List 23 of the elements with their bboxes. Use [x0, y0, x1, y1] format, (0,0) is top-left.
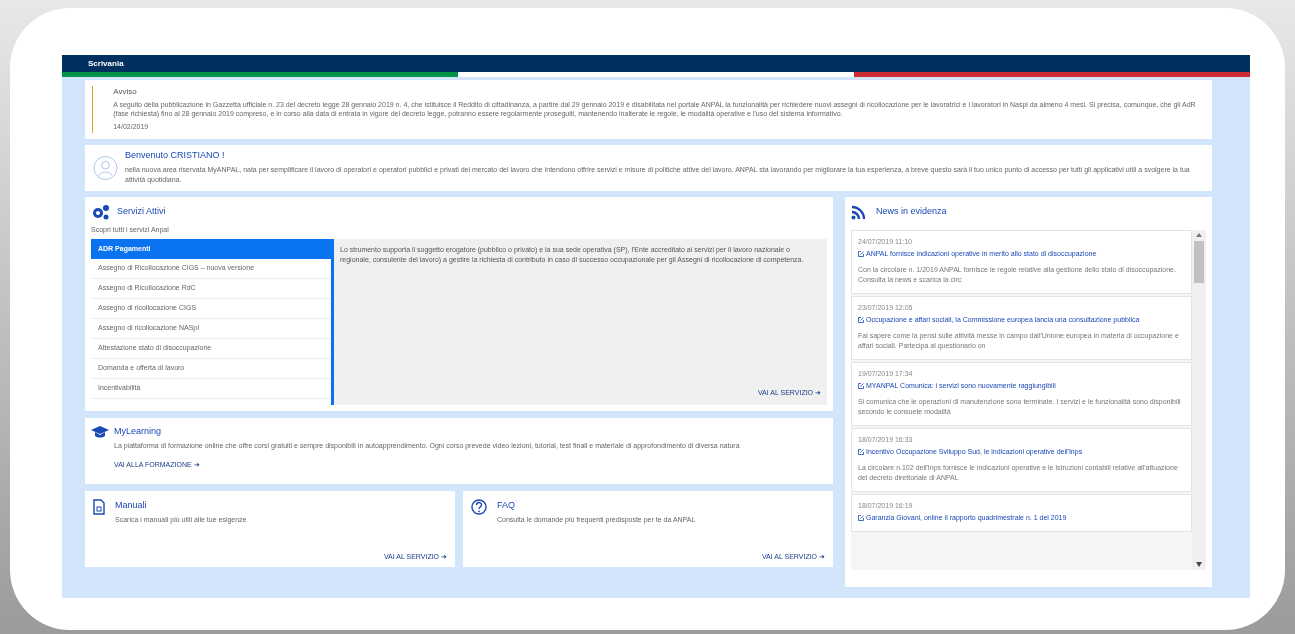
scroll-up-icon[interactable]	[1196, 232, 1202, 237]
external-link-icon	[858, 383, 864, 390]
rss-icon	[851, 204, 866, 220]
notice-title: Avviso	[113, 86, 138, 98]
scrollbar-thumb[interactable]	[1194, 240, 1204, 283]
external-link-icon	[858, 317, 864, 324]
graduation-cap-icon	[91, 424, 109, 439]
services-title: Servizi Attivi	[117, 205, 166, 219]
card-title: FAQ	[497, 498, 516, 512]
notice-accent-bar	[92, 86, 94, 133]
user-avatar-icon	[93, 154, 118, 181]
external-link-icon	[858, 251, 864, 258]
mylearning-title: MyLearning	[114, 424, 163, 438]
header-title: Scrivania	[88, 57, 124, 70]
scrollbar[interactable]	[1192, 229, 1206, 570]
question-circle-icon	[471, 498, 487, 515]
document-icon	[93, 498, 105, 515]
welcome-title: Benvenuto CRISTIANO !	[125, 149, 226, 163]
external-link-icon	[858, 515, 864, 522]
news-title: News in evidenza	[876, 205, 947, 219]
card-title: Manuali	[115, 498, 148, 512]
scroll-down-icon[interactable]	[1196, 561, 1202, 567]
external-link-icon	[858, 449, 864, 456]
